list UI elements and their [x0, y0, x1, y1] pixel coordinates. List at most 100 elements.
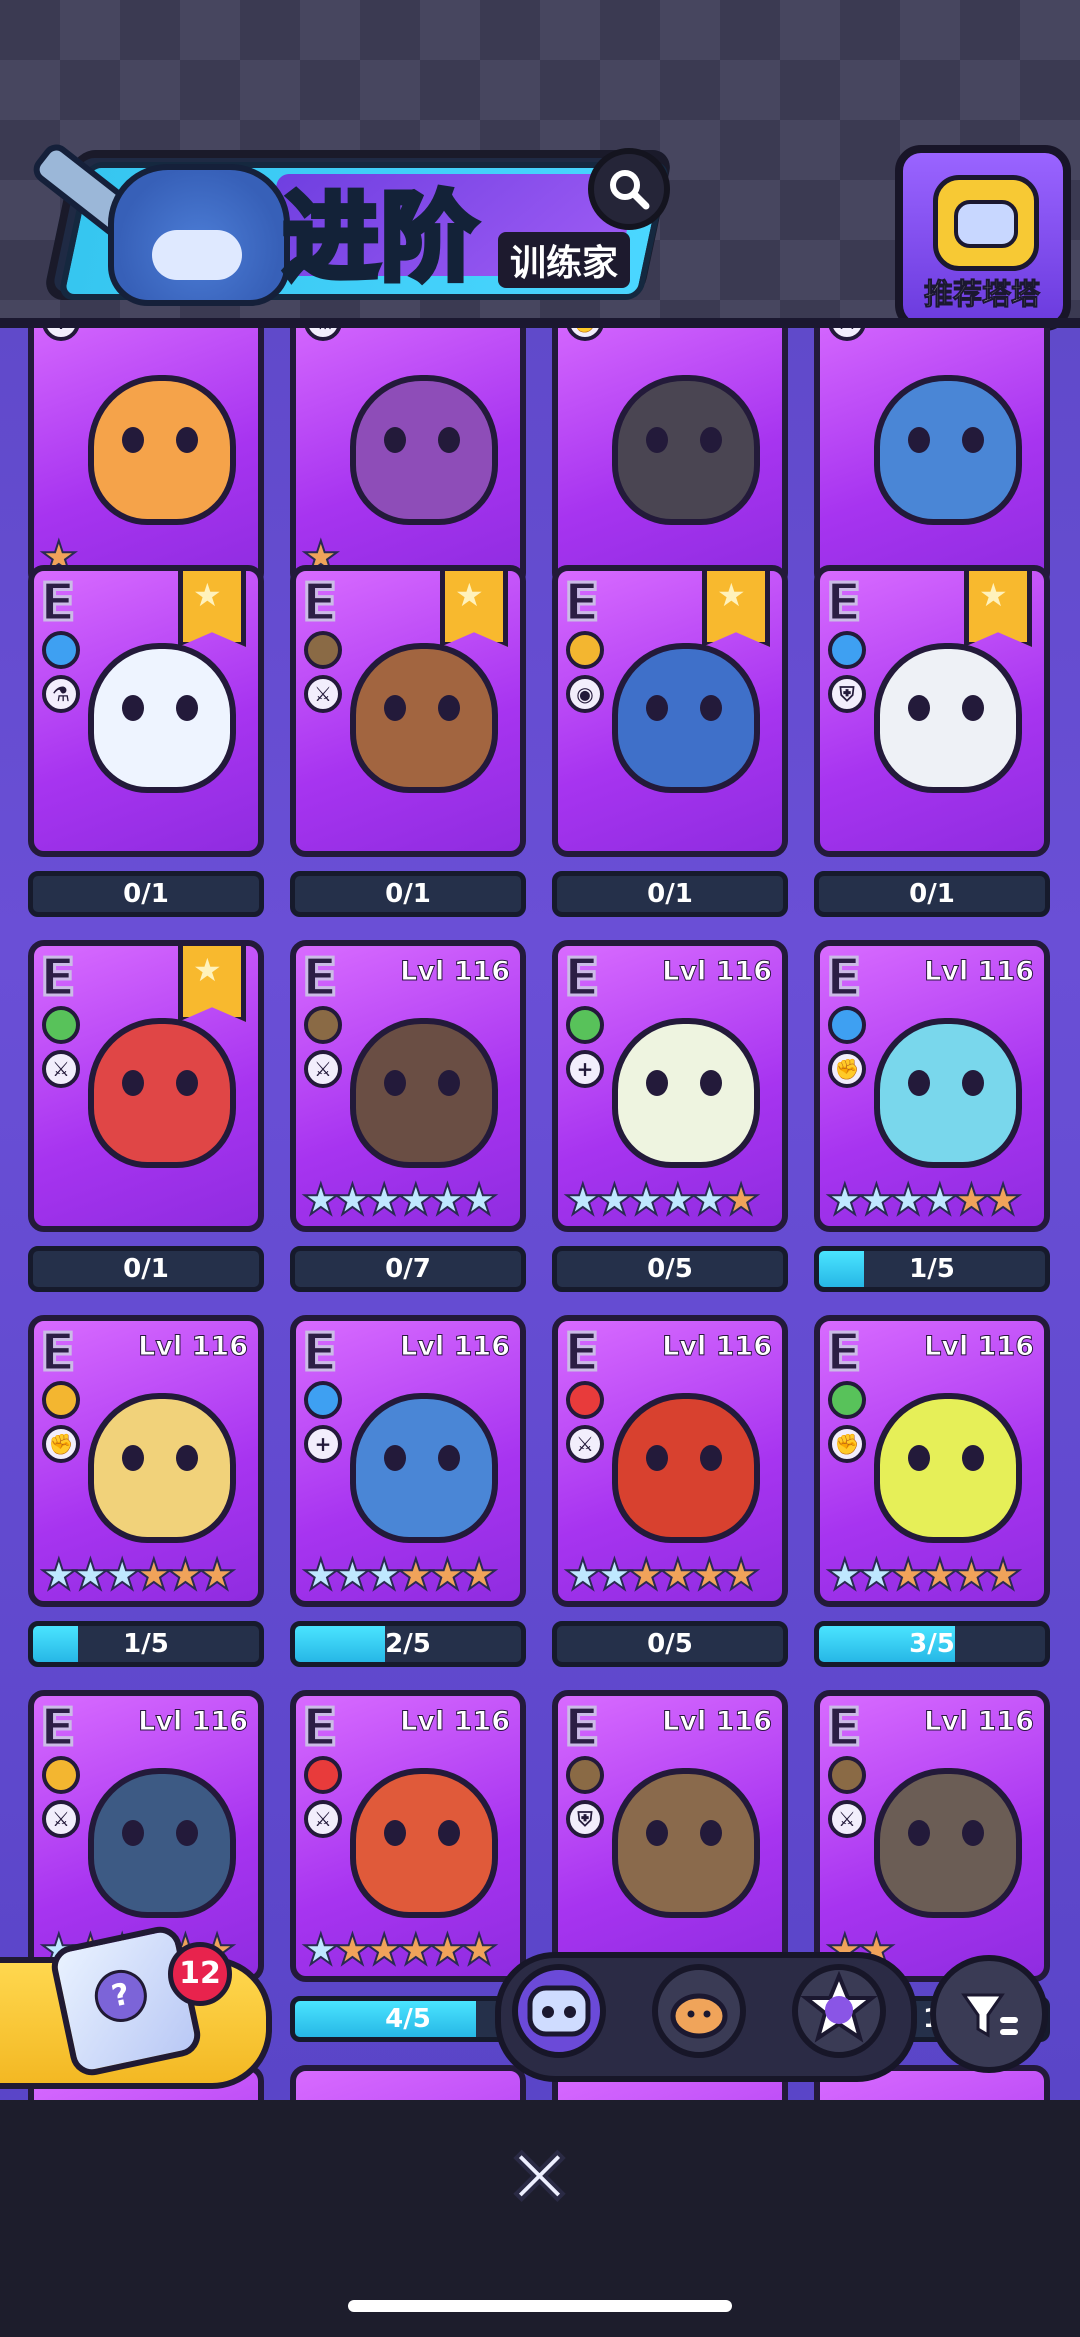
- progress-label: 1/5: [123, 1629, 169, 1659]
- card-frame: E Lvl 116 + ★★★★★★: [290, 1315, 526, 1607]
- card-frame: ⚗★: [290, 325, 526, 589]
- plus-icon: +: [566, 1050, 604, 1088]
- earth-element-icon: [828, 1756, 866, 1794]
- fox-creature-icon: [874, 375, 1022, 525]
- silver-star-icon: ★: [428, 1175, 468, 1224]
- crab-creature-icon: [874, 1018, 1022, 1168]
- level-label: Lvl 116: [400, 956, 511, 988]
- card-frame: ELvl 116⚔★★★★★★: [290, 1690, 526, 1982]
- sword-icon: ⚔: [42, 1800, 80, 1838]
- home-indicator[interactable]: [348, 2300, 732, 2312]
- tab-star-cat[interactable]: [792, 1964, 886, 2058]
- star-rating: ★★★★★★: [301, 1178, 499, 1222]
- recommend-button[interactable]: 推荐塔塔: [895, 145, 1071, 331]
- header-divider: [0, 318, 1080, 328]
- star-rating: ★★★★★★: [825, 1178, 1023, 1222]
- mascot-icon: [108, 164, 290, 306]
- tab-hamster[interactable]: [652, 1964, 746, 2058]
- creature-card[interactable]: E Lvl 116 ⚔ ★★★★★★ 0/7: [290, 940, 526, 1315]
- grade-label: E: [39, 947, 77, 1010]
- earth-element-icon: [304, 631, 342, 669]
- shield-icon: ⛨: [566, 1800, 604, 1838]
- gold-star-icon: ★: [626, 1550, 666, 1599]
- earth-element-icon: [566, 1756, 604, 1794]
- silver-star-icon: ★: [626, 1175, 666, 1224]
- fist-icon: ✊: [828, 1425, 866, 1463]
- silver-star-icon: ★: [301, 1550, 341, 1599]
- sword-icon: ⚔: [42, 1050, 80, 1088]
- silver-star-icon: ★: [333, 1175, 373, 1224]
- creature-card[interactable]: E Lvl 116 ⚔ ★★★★★★ 4/5: [290, 1690, 526, 2065]
- creature-card[interactable]: E Lvl 116 ✊ ★★★★★★ 1/5: [28, 1315, 264, 1690]
- gold-star-icon: ★: [396, 1550, 436, 1599]
- seal-creature-icon: [350, 1393, 498, 1543]
- filter-button[interactable]: [930, 1955, 1048, 2073]
- eye-icon: ◉: [566, 675, 604, 713]
- sword-icon: ⚔: [304, 675, 342, 713]
- red-panda-creature-icon: [350, 1768, 498, 1918]
- dice-button[interactable]: ?: [47, 1922, 205, 2080]
- silver-star-icon: ★: [825, 1550, 865, 1599]
- earth-element-icon: [304, 1006, 342, 1044]
- level-label: Lvl 116: [400, 1706, 511, 1738]
- hamster-icon: [670, 1993, 728, 2039]
- card-frame: E Lvl 116 ✊ ★★★★★★: [814, 1315, 1050, 1607]
- card-frame: E⚔: [290, 565, 526, 857]
- star-rating: ★★★★★★: [563, 1553, 761, 1597]
- creature-card[interactable]: E◉ 0/1: [552, 565, 788, 940]
- level-label: Lvl 116: [662, 1706, 773, 1738]
- grass-element-icon: [828, 1381, 866, 1419]
- silver-star-icon: ★: [71, 1550, 111, 1599]
- creature-card[interactable]: E Lvl 116 + ★★★★★★ 0/5: [552, 940, 788, 1315]
- search-button[interactable]: [588, 148, 670, 230]
- gold-star-icon: ★: [333, 1925, 373, 1974]
- search-icon: [610, 170, 650, 210]
- progress-label: 0/1: [647, 879, 693, 909]
- silver-star-icon: ★: [658, 1175, 698, 1224]
- grass-element-icon: [42, 1006, 80, 1044]
- creature-card[interactable]: E Lvl 116 ✊ ★★★★★★ 3/5: [814, 1315, 1050, 1690]
- tab-robot[interactable]: [512, 1964, 606, 2058]
- level-label: Lvl 116: [662, 1331, 773, 1363]
- creature-card[interactable]: E⚔0/1: [290, 565, 526, 940]
- silver-star-icon: ★: [595, 1175, 635, 1224]
- level-label: Lvl 116: [924, 1331, 1035, 1363]
- creature-card[interactable]: E⚔0/1: [28, 940, 264, 1315]
- card-frame: E◉: [552, 565, 788, 857]
- filter-icon: [961, 1993, 1018, 2038]
- level-label: Lvl 116: [662, 956, 773, 988]
- recommend-robot-icon: [933, 175, 1039, 271]
- gold-star-icon: ★: [690, 1550, 730, 1599]
- gold-star-icon: ★: [721, 1550, 761, 1599]
- silver-star-icon: ★: [364, 1550, 404, 1599]
- creature-card[interactable]: E⛨0/1: [814, 565, 1050, 940]
- progress-label: 3/5: [909, 1629, 955, 1659]
- silver-star-icon: ★: [563, 1550, 603, 1599]
- progress-label: 0/5: [647, 1629, 693, 1659]
- featured-star-icon: [702, 571, 770, 647]
- phoenix-creature-icon: [612, 1393, 760, 1543]
- close-button[interactable]: ✕: [504, 2136, 575, 2220]
- creature-card[interactable]: E Lvl 116 ✊ ★★★★★★ 1/5: [814, 940, 1050, 1315]
- silver-star-icon: ★: [39, 1550, 79, 1599]
- electric-element-icon: [566, 631, 604, 669]
- snake-creature-icon: [350, 643, 498, 793]
- gold-star-icon: ★: [983, 1175, 1023, 1224]
- electric-element-icon: [42, 1756, 80, 1794]
- silver-star-icon: ★: [888, 1175, 928, 1224]
- progress-bar: 0/1: [814, 871, 1050, 917]
- silver-star-icon: ★: [857, 1550, 897, 1599]
- star-rating: ★★★★★★: [39, 1553, 237, 1597]
- creature-card[interactable]: E Lvl 116 ⚔ ★★★★★★ 0/5: [552, 1315, 788, 1690]
- silver-star-icon: ★: [364, 1175, 404, 1224]
- silver-star-icon: ★: [459, 1175, 499, 1224]
- featured-star-icon: [178, 571, 246, 647]
- gold-star-icon: ★: [983, 1550, 1023, 1599]
- gold-star-icon: ★: [428, 1925, 468, 1974]
- platypus-creature-icon: [88, 1768, 236, 1918]
- gold-star-icon: ★: [166, 1550, 206, 1599]
- featured-star-icon: [178, 946, 246, 1022]
- creature-card[interactable]: E Lvl 116 + ★★★★★★ 2/5: [290, 1315, 526, 1690]
- creature-card[interactable]: E⚗0/1: [28, 565, 264, 940]
- grade-label: E: [825, 1697, 863, 1760]
